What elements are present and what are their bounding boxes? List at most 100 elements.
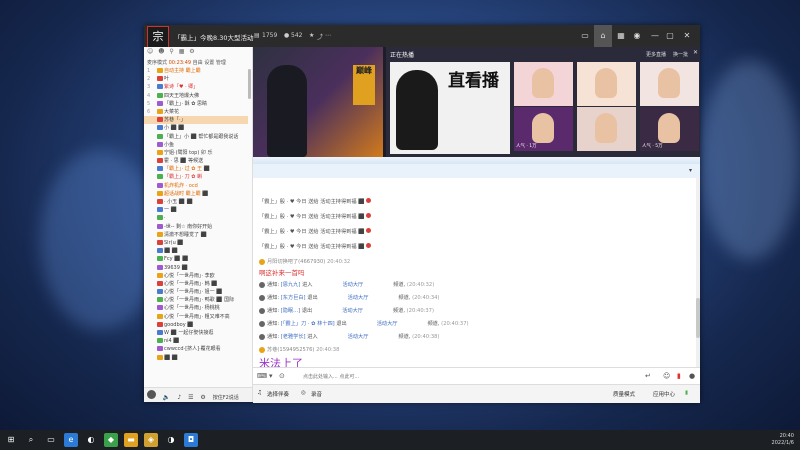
user-list-scrollbar[interactable] xyxy=(248,69,251,99)
person-add-icon[interactable]: ☻ xyxy=(158,48,164,55)
edge-icon[interactable]: e xyxy=(64,433,78,447)
accompaniment-button[interactable]: 选择伴奏 xyxy=(267,390,289,398)
user-list-item[interactable]: 「霸上」小 ⬛ 帮忙都是跟我说话 xyxy=(144,133,248,141)
user-list[interactable]: 1 自动主持 霸上霸 2 叶 3 紫诗「♥ · 卿」 4 四天王地爆大佛 5 「霸上」· 酥 ✿ … xyxy=(144,67,248,388)
user-list-item[interactable]: 6 大菜花 xyxy=(144,108,248,116)
user-list-item[interactable]: 心悦「一世丹雨」· 鸭歌 ⬛ 国际 xyxy=(144,296,248,304)
user-list-item[interactable]: 宁姐·(鹭阳 top) 卯 乐 xyxy=(144,149,248,157)
notice-user[interactable]: [东方巨白] xyxy=(281,295,306,301)
grid-icon[interactable]: ▦ xyxy=(179,48,185,55)
user-list-item[interactable]: 小 ⬛ ⬛ xyxy=(144,124,248,132)
user-list-item[interactable]: Fcy ⬛ ⬛ xyxy=(144,255,248,263)
live-thumbnail[interactable] xyxy=(640,62,699,106)
notice-extra[interactable]: 活动大厅 xyxy=(348,334,369,340)
record-icon[interactable]: ● xyxy=(689,372,695,380)
user-list-item[interactable]: 3 紫诗「♥ · 卿」 xyxy=(144,83,248,91)
mic-icon[interactable]: ♪ xyxy=(177,394,181,401)
equalizer-icon[interactable]: ☰ xyxy=(188,394,193,401)
share-icon[interactable]: ⤴ xyxy=(317,32,323,41)
emoji-icon[interactable]: ☺ xyxy=(663,372,670,380)
search-icon[interactable]: ⌕ xyxy=(24,433,38,447)
game-ad-banner[interactable]: 巅峰 xyxy=(253,47,383,157)
notice-extra[interactable]: 活动大厅 xyxy=(377,321,398,327)
list-icon[interactable]: ▦ xyxy=(614,29,628,43)
live-thumbnail[interactable] xyxy=(577,107,636,151)
volume-icon[interactable]: 🔈 xyxy=(163,394,170,401)
user-list-item[interactable]: 心悦「一世丹雨」· 李欧 xyxy=(144,272,248,280)
user-list-item[interactable]: ⬛ ⬛ xyxy=(144,354,248,362)
video-icon[interactable]: ▭ xyxy=(578,29,592,43)
more-live-link[interactable]: 更多直播 xyxy=(646,51,666,58)
user-list-item[interactable]: Slr(u ⬛ xyxy=(144,239,248,247)
app-icon[interactable]: ◘ xyxy=(184,433,198,447)
user-list-item[interactable]: 5 「霸上」· 酥 ✿ 思睛 xyxy=(144,100,248,108)
live-thumbnail[interactable] xyxy=(577,62,636,106)
home-icon[interactable]: ⌂ xyxy=(594,25,612,47)
user-list-item[interactable]: ni4 ⬛ xyxy=(144,337,248,345)
windows-start-icon[interactable]: ⊞ xyxy=(4,433,18,447)
chat-scrollbar[interactable] xyxy=(696,178,700,367)
notice-extra[interactable]: 活动大厅 xyxy=(348,295,369,301)
user-list-item[interactable]: 「霸上」· 刀 ✿ 蝌 xyxy=(144,173,248,181)
user-list-item[interactable]: 超话战时 霸上霸 ⬛ xyxy=(144,190,248,198)
chevron-down-icon[interactable]: ▾ xyxy=(269,372,273,380)
record-icon[interactable]: ◎ xyxy=(301,390,306,396)
gamepad-icon[interactable]: ⌨ xyxy=(257,372,267,380)
user-list-item[interactable]: 苏巷「·」 xyxy=(144,116,248,125)
user-list-item[interactable]: 心悦「一世丹雨」· 杨桃桃 xyxy=(144,304,248,312)
user-list-item[interactable]: 1 自动主持 霸上霸 xyxy=(144,67,248,75)
user-list-item[interactable]: 一 ⬛ xyxy=(144,206,248,214)
user-list-item[interactable]: · xyxy=(144,214,248,222)
user-list-item[interactable]: 清澈不想睡觉了 ⬛ xyxy=(144,231,248,239)
task-view-icon[interactable]: ▭ xyxy=(44,433,58,447)
notice-extra[interactable]: 活动大厅 xyxy=(342,282,363,288)
app-icon[interactable]: ◈ xyxy=(144,433,158,447)
system-clock[interactable]: 20:40 2022/1/6 xyxy=(772,433,794,447)
user-list-item[interactable]: ⬛ ⬛ xyxy=(144,247,248,255)
status-tab[interactable]: 管理 xyxy=(216,60,226,66)
status-tab[interactable]: 设置 xyxy=(204,60,214,66)
app-icon[interactable]: ◑ xyxy=(164,433,178,447)
push-to-talk-label[interactable]: 按住F2说话 xyxy=(213,394,239,401)
notice-user[interactable]: [隐眠...] xyxy=(281,308,300,314)
notice-extra[interactable]: 活动大厅 xyxy=(342,308,363,314)
notice-user[interactable]: [「霸上」刀 · ✿ 林十四] xyxy=(281,321,335,327)
settings-icon[interactable]: ⚙ xyxy=(189,48,194,55)
notice-user[interactable]: [恩九九] xyxy=(281,282,301,288)
swap-batch-link[interactable]: 换一批 xyxy=(673,51,688,58)
more-icon[interactable]: ⋯ xyxy=(325,32,331,39)
record-button[interactable]: 录音 xyxy=(311,390,322,398)
user-list-item[interactable]: 机炸机炸 · ocd xyxy=(144,182,248,190)
send-icon[interactable]: ↵ xyxy=(645,372,651,380)
user-list-item[interactable]: cwwccd·[挤人]·覆花眼看 xyxy=(144,345,248,353)
user-list-item[interactable]: 小鱼 xyxy=(144,141,248,149)
star-icon[interactable]: ★ xyxy=(309,32,314,39)
quality-mode-button[interactable]: 质量模式 xyxy=(613,390,635,398)
user-list-item[interactable]: 心悦「一世丹雨」· 韩 ⬛ xyxy=(144,280,248,288)
settings-icon[interactable]: ⚙ xyxy=(200,394,205,401)
sender-name[interactable]: 苏巷(1594952576) xyxy=(267,347,314,353)
user-list-item[interactable]: 4 四天王地爆大佛 xyxy=(144,92,248,100)
live-thumbnail[interactable] xyxy=(514,62,573,106)
app-icon[interactable]: ◐ xyxy=(84,433,98,447)
app-icon[interactable]: ◆ xyxy=(104,433,118,447)
live-thumbnail[interactable]: 人气 · 5万 xyxy=(640,107,699,151)
folder-icon[interactable]: ▬ xyxy=(124,433,138,447)
user-list-item[interactable]: 心悦「一世丹雨」· 粗又难不高 xyxy=(144,313,248,321)
user-list-item[interactable]: 霍 · 思 ⬛ 等候送 xyxy=(144,157,248,165)
user-list-item[interactable]: W ⬛ 一起仔娶快接逛 xyxy=(144,329,248,337)
status-tab[interactable]: 自由 xyxy=(193,60,203,66)
chat-input[interactable] xyxy=(303,372,603,381)
avatar[interactable] xyxy=(147,390,156,399)
close-icon[interactable]: ✕ xyxy=(680,29,694,43)
user-list-item[interactable]: · 小玉 ⬛ ⬛ xyxy=(144,198,248,206)
notice-user[interactable]: [老雅学长] xyxy=(281,334,306,340)
live-thumbnail[interactable]: 人气 · 1万 xyxy=(514,107,573,151)
person-icon[interactable]: ☺ xyxy=(147,48,153,55)
chat-area[interactable]: 「霸上」殷 · ♥ 今日 送给 活动主持得到福 ⬛ 「霸上」殷 · ♥ 今日 送… xyxy=(253,178,696,367)
live-main-thumbnail[interactable]: 直看播 xyxy=(390,62,510,154)
user-list-item[interactable]: 「霸上」· 过 ✿ 王 ⬛ xyxy=(144,165,248,173)
user-list-item[interactable]: -世-- 剩☆ 南你好开始 xyxy=(144,223,248,231)
user-list-item[interactable]: 39639 ⬛ xyxy=(144,264,248,272)
chevron-down-icon[interactable]: ▾ xyxy=(689,167,692,174)
